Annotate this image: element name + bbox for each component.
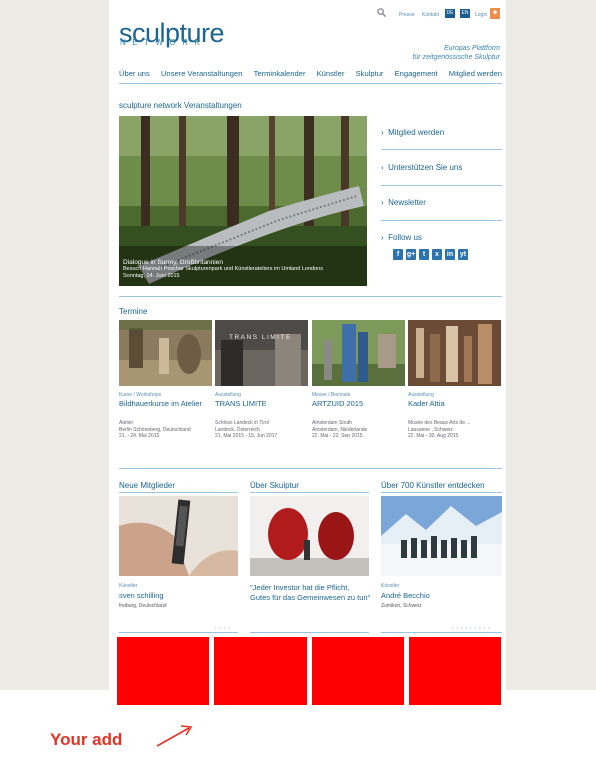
nav-ueber-uns[interactable]: Über uns [119, 69, 150, 78]
column-divider [119, 492, 238, 493]
mitglied-name[interactable]: sven schilling [119, 591, 164, 600]
carousel-dots[interactable]: • • • • [215, 625, 231, 630]
your-add-label: Your add [50, 730, 123, 749]
hero-date: Sonntag, 14. Juni 2015 [123, 273, 180, 279]
kuenstler-category: Künstler [381, 583, 400, 589]
sidebar-divider [381, 185, 502, 186]
user-icon[interactable]: ☻ [490, 8, 500, 19]
atelier-image [119, 320, 212, 386]
termin-meta: Amsterdam South Amsterdam, Niederlande 22.… [312, 420, 368, 439]
ad-block[interactable] [409, 637, 501, 705]
termin-title: Kader Attia [408, 399, 445, 408]
column-divider [250, 632, 369, 633]
sven-schilling-image[interactable] [119, 496, 238, 576]
tagline-line1: Europas Plattform [443, 45, 500, 52]
hero-image[interactable]: Dialogue in Surrey, Großbritannien Besuc… [119, 116, 367, 286]
termin-title: ARTZUID 2015 [312, 399, 364, 408]
termin-category: Kurse / Workshops [119, 392, 162, 398]
sidebar-item-label: Unterstützen Sie uns [388, 163, 463, 172]
termin-category: Messe / Biennale [312, 392, 351, 398]
column-divider [381, 632, 502, 633]
column-divider [381, 492, 502, 493]
ueber-skulptur-title: Über Skulptur [250, 481, 299, 490]
sidebar-follow-us: › Follow us [381, 233, 422, 242]
kontakt-link[interactable]: Kontakt [422, 12, 439, 18]
hero-caption: Dialogue in Surrey, Großbritannien Besuc… [123, 259, 323, 280]
presse-link[interactable]: Presse [399, 12, 415, 18]
section-divider [119, 296, 502, 297]
ad-block[interactable] [214, 637, 307, 705]
mitglied-category: Künstler [119, 583, 138, 589]
nav-terminkalender[interactable]: Terminkalender [254, 69, 306, 78]
nav-divider [119, 83, 502, 84]
youtube-icon[interactable]: yt [458, 249, 468, 260]
events-title: sculpture network Veranstaltungen [119, 101, 242, 110]
termin-card[interactable]: Messe / Biennale ARTZUID 2015 Amsterdam … [312, 320, 405, 439]
googleplus-icon[interactable]: g+ [406, 249, 416, 260]
sidebar-newsletter[interactable]: › Newsletter [381, 198, 502, 207]
facebook-icon[interactable]: f [393, 249, 403, 260]
website-page: sculpture NETWORK Presse Kontakt DE EN L… [109, 0, 506, 690]
xing-icon[interactable]: x [432, 249, 442, 260]
mitglied-location: freiburg, Deutschland [119, 603, 167, 609]
termin-meta: Musée des Beaux Arts de ... Lausanne , Sc… [408, 420, 471, 439]
trans-limite-image: TRANS LIMITE [215, 320, 308, 386]
column-divider [250, 492, 369, 493]
termin-title: TRANS LIMITE [215, 399, 267, 408]
nav-engagement[interactable]: Engagement [395, 69, 438, 78]
hero-desc: Besuch Hannah Peschar Skulpturenpark und… [123, 266, 323, 272]
termin-card[interactable]: Kurse / Workshops Bildhauerkurse im Atel… [119, 320, 212, 439]
lang-en-button[interactable]: EN [460, 9, 470, 18]
sidebar-item-label: Follow us [388, 233, 422, 242]
tagline-line2: für zeitgenössische Skulptur [412, 54, 500, 61]
sidebar-divider [381, 220, 502, 221]
neue-mitglieder-title: Neue Mitglieder [119, 481, 176, 490]
kuenstler-location: Zumikon, Schweiz [381, 603, 422, 609]
termin-card[interactable]: Ausstellung Kader Attia Musée des Beaux … [408, 320, 501, 439]
sidebar-item-label: Newsletter [388, 198, 426, 207]
nav-mitglied-werden[interactable]: Mitglied werden [449, 69, 502, 78]
sidebar-mitglied-werden[interactable]: › Mitglied werden [381, 128, 502, 137]
section-divider [119, 468, 502, 469]
sidebar-divider [381, 149, 502, 150]
twitter-icon[interactable]: t [419, 249, 429, 260]
skulptur-image[interactable] [250, 496, 369, 576]
nav-veranstaltungen[interactable]: Unsere Veranstaltungen [161, 69, 242, 78]
column-divider [119, 632, 238, 633]
site-logo-sub: NETWORK [120, 38, 207, 47]
termin-title: Bildhauerkurse im Atelier [119, 399, 202, 408]
ad-block[interactable] [312, 637, 404, 705]
hero-title: Dialogue in Surrey, Großbritannien [123, 259, 223, 266]
kuenstler-entdecken-title: Über 700 Künstler entdecken [381, 481, 485, 490]
andre-becchio-image[interactable] [381, 496, 502, 576]
carousel-dots[interactable]: • • • • • • • • • [452, 625, 491, 630]
main-nav: Über uns Unsere Veranstaltungen Terminka… [119, 69, 502, 78]
kader-attia-image [408, 320, 501, 386]
linkedin-icon[interactable]: in [445, 249, 455, 260]
termin-meta: Atelier Berlin Schöneberg, Deutschland 21.… [119, 420, 191, 439]
kuenstler-name[interactable]: André Becchio [381, 591, 430, 600]
artzuid-image [312, 320, 405, 386]
termin-category: Ausstellung [408, 392, 434, 398]
sidebar-item-label: Mitglied werden [388, 128, 445, 137]
search-icon[interactable] [377, 8, 386, 17]
termin-card[interactable]: TRANS LIMITE Ausstellung TRANS LIMITE Sc… [215, 320, 308, 439]
nav-kuenstler[interactable]: Künstler [317, 69, 345, 78]
termine-title: Termine [119, 307, 148, 316]
arrow-icon [156, 725, 193, 747]
nav-skulptur[interactable]: Skulptur [356, 69, 384, 78]
sidebar-unterstuetzen[interactable]: › Unterstützen Sie uns [381, 163, 502, 172]
skulptur-quote[interactable]: "Jeder Investor hat die Pflicht, Gutes f… [250, 583, 370, 603]
termin-category: Ausstellung [215, 392, 241, 398]
ad-block[interactable] [117, 637, 209, 705]
lang-de-button[interactable]: DE [445, 9, 455, 18]
login-link[interactable]: Login [475, 12, 487, 18]
termin-meta: Schloss Landeck in Tirol Landeck, Österre… [215, 420, 278, 439]
